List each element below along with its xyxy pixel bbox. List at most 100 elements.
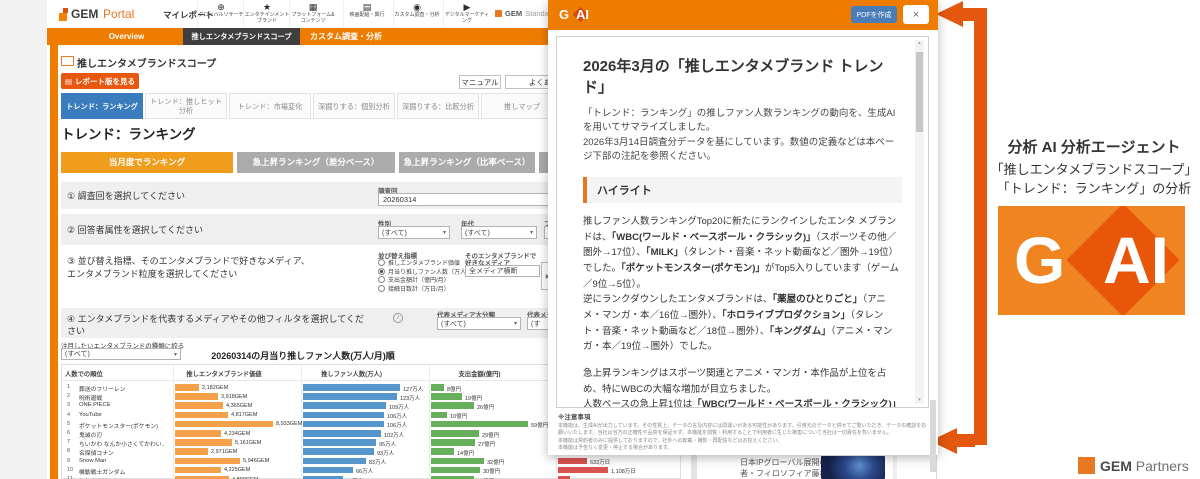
left-accent-strip [50,45,58,479]
gem-partners-logo: GEM Partners [1100,458,1189,474]
tab-oshi-scope[interactable]: 推しエンタメブランドスコープ [183,28,300,45]
gai-surge-paragraph-a: 急上昇ランキングはスポーツ関連とアニメ・マンガ・本作品が上位を占め、特にWBCの… [583,368,887,395]
bar [175,430,221,437]
survey-input[interactable]: 20260314 [378,193,556,206]
table-row: 9 Snow Man 5,946GEM 83万人 32億円 633万日 [61,457,701,466]
subtab-trend-ranking[interactable]: トレンド：ランキング [61,93,143,119]
subtab-trend-market[interactable]: トレンド：市場変化 [229,93,311,119]
logo-letters-ai: AI [1103,223,1169,297]
scrollbar-thumb[interactable] [916,52,923,132]
rank-cell: 10 [67,466,74,473]
chart-title: 20260314の月当り推しファン人数(万人/月)順 [211,351,395,361]
subtab-deep-individual[interactable]: 深掘りする：個別分析 [313,93,395,119]
rep-major-select[interactable]: (すべて) ▾ [437,317,521,330]
bar [175,457,240,465]
bar [431,384,444,391]
genre-filter-select[interactable]: (すべて) ▾ [61,348,181,360]
q3-label-line1: ③ 並び替え指標、そのエンタメブランドで好きなメディア、 [67,256,310,266]
gem-standard-square-icon [495,10,502,17]
arrow-shaft [974,8,987,445]
q2-label: ② 回答者属性を選択してください [67,225,204,235]
rank-cell: 8 [67,448,71,455]
subtab-trend-hit[interactable]: トレンド：推しヒット分析 [145,93,227,119]
bar [175,439,232,446]
divider [893,456,897,479]
logo-square-small-icon [63,8,68,13]
brand-name-cell: Snow Man [79,457,107,464]
bar-value-label: 2,971GEM [211,448,238,455]
logo-text-portal: Portal [103,7,135,21]
bar [303,402,386,409]
radio-icon [378,276,385,283]
brand-name-cell: ONE PIECE [79,402,111,409]
media-pref-select[interactable]: 全メディア横断 [465,265,540,277]
bar [431,402,474,409]
bar-value-label: 4,234GEM [224,430,251,437]
scroll-up-icon[interactable]: ▴ [915,40,924,47]
bar [303,448,374,455]
nav-item-film-distribution[interactable]: ▤ 映画配給・興行 [343,0,390,28]
q4-label-line1: ④ エンタメブランドを代表するメディアやその他フィルタを選択してくだ [67,314,364,324]
nav-item-entertainment-brand[interactable]: ★ エンタテインメントブランド [243,0,290,30]
bar-value-label: 4,225GEM [224,467,251,474]
column-header-fans: 推しファン人数(万人) [321,371,382,378]
gai-intro-line1: 「トレンド：ランキング」の推しファン人数ランキングの動向を、生成AIを用いてサマ… [583,108,896,134]
arrow-stub-bottom [955,434,975,447]
manual-button[interactable]: マニュアル [459,75,501,89]
chevron-down-icon: ▾ [529,230,533,236]
bar [303,457,366,465]
rank-cell: 7 [67,439,71,446]
gai-highlight-paragraph-a: 推しファン人数ランキングTop20に新たにランクインしたエンタ メブランドは、「… [583,216,899,290]
page-scrollbar-fragment[interactable] [930,400,936,472]
bar [431,430,479,437]
radio-icon [378,259,385,266]
info-icon[interactable]: i [393,313,403,323]
article-thumbnail[interactable] [821,456,885,479]
bar [431,420,528,428]
rank-tab-surge-diff[interactable]: 急上昇ランキング（差分ベース） [237,152,395,173]
nav-item-digital-marketing[interactable]: ▶ デジタルマーケティング [443,0,490,28]
bar [303,384,400,391]
create-pdf-button[interactable]: PDFを作成 [851,6,897,23]
bar [175,393,218,400]
close-button[interactable]: × [903,5,929,24]
radio-contact-days[interactable]: 接触日数計（万日/月） [378,284,450,293]
subtab-deep-compare[interactable]: 深掘りする：比較分析 [397,93,479,119]
card-scrollbar[interactable]: ▴ ▾ [915,40,924,404]
rank-cell: 2 [67,393,71,400]
gai-summary-card: 2026年3月の「推しエンタメブランド トレンド」 「トレンド：ランキング」の推… [556,36,929,408]
note-line: 本機能は、生成AIが出力しています。その性質上、データの言及内容には間違いがある… [558,423,927,437]
rank-column-header: 人数での順位 [65,371,103,378]
bar [303,411,384,419]
rank-cell: 4 [67,411,71,418]
bar [431,393,462,400]
table-row: 10 機動戦士ガンダム 4,225GEM 66万人 30億円 1,108万日 [61,466,701,476]
notes-title: ※注意事項 [558,414,591,421]
bar [431,466,480,474]
nav-item-platform-contents[interactable]: ▦ プラットフォーム&コンテンツ [289,0,336,28]
gender-select[interactable]: (すべて) ▾ [378,226,450,239]
tab-overview[interactable]: Overview [70,28,183,45]
note-line: 本機能は契約者のみに提供しておりますので、社外への転載・撮影・再配信などはお控え… [558,437,783,444]
nav-item-custom-research[interactable]: ◉ カスタム調査・分析 [393,0,440,28]
bar-value-label: 4,365GEM [226,402,253,409]
q4-label-line2: さい [67,326,86,336]
scroll-down-icon[interactable]: ▾ [915,397,924,404]
bar [175,466,221,474]
bar-value-label: 8,933GEM [276,421,303,428]
bar [303,430,381,437]
rank-cell: 9 [67,457,71,464]
tab-custom-analysis[interactable]: カスタム調査・分析 [300,28,392,45]
gem-standard-logo[interactable]: GEM Standard [495,9,556,18]
rank-cell: 1 [67,384,71,390]
chevron-down-icon: ▾ [513,321,517,327]
view-report-button[interactable]: ▤ レポート版を見る [61,73,139,89]
table-row: 11にじさんじ4,890GEM52万人26億円 [61,475,701,479]
rank-tab-surge-ratio[interactable]: 急上昇ランキング（比率ベース） [399,152,535,173]
age-select[interactable]: (すべて) ▾ [461,226,537,239]
nav-item-global-research[interactable]: ⊕ グローバルリサーチ [197,0,244,28]
section-scrollbar-fragment[interactable] [691,455,697,479]
bar [175,384,199,391]
bar [175,402,223,409]
rank-tab-current-month[interactable]: 当月度でランキング [61,152,233,173]
